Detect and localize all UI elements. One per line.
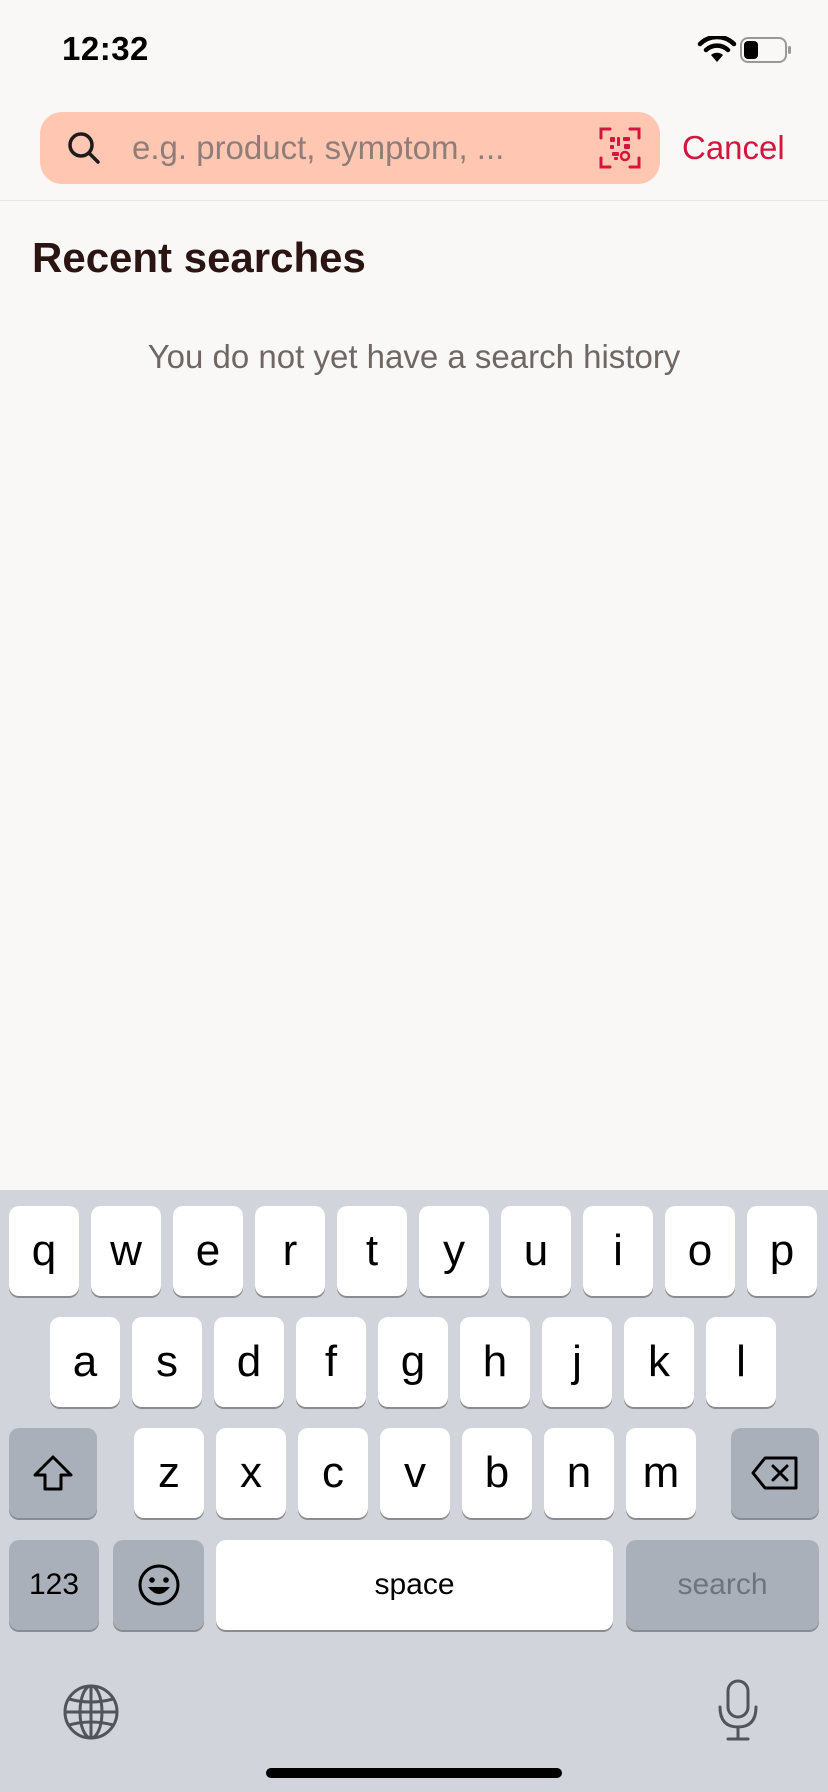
key-s[interactable]: s: [132, 1317, 202, 1407]
numbers-key[interactable]: 123: [9, 1540, 99, 1630]
backspace-key[interactable]: [731, 1428, 819, 1518]
space-key[interactable]: space: [216, 1540, 613, 1630]
battery-icon: [740, 37, 791, 63]
key-e[interactable]: e: [173, 1206, 243, 1296]
keyboard: qwertyuiop asdfghjkl zxcvbnm 123 space s…: [0, 1190, 828, 1792]
backspace-icon: [751, 1456, 798, 1490]
emoji-key[interactable]: [113, 1540, 204, 1630]
wifi-icon: [697, 36, 737, 62]
key-g[interactable]: g: [378, 1317, 448, 1407]
cancel-button[interactable]: Cancel: [682, 122, 785, 174]
key-b[interactable]: b: [462, 1428, 532, 1518]
search-bar[interactable]: [40, 112, 660, 184]
search-icon: [68, 132, 100, 164]
search-key[interactable]: search: [626, 1540, 819, 1630]
key-n[interactable]: n: [544, 1428, 614, 1518]
emoji-icon: [138, 1564, 179, 1606]
search-header: Cancel: [0, 100, 828, 201]
key-c[interactable]: c: [298, 1428, 368, 1518]
key-z[interactable]: z: [134, 1428, 204, 1518]
key-m[interactable]: m: [626, 1428, 696, 1518]
key-v[interactable]: v: [380, 1428, 450, 1518]
search-screen: 12:32 e.g. product, symptom, ... Cancel …: [0, 0, 828, 1792]
key-j[interactable]: j: [542, 1317, 612, 1407]
globe-icon[interactable]: [62, 1683, 120, 1741]
key-w[interactable]: w: [91, 1206, 161, 1296]
shift-icon: [33, 1455, 73, 1491]
key-a[interactable]: a: [50, 1317, 120, 1407]
key-q[interactable]: q: [9, 1206, 79, 1296]
key-t[interactable]: t: [337, 1206, 407, 1296]
key-k[interactable]: k: [624, 1317, 694, 1407]
key-r[interactable]: r: [255, 1206, 325, 1296]
key-o[interactable]: o: [665, 1206, 735, 1296]
key-h[interactable]: h: [460, 1317, 530, 1407]
shift-key[interactable]: [9, 1428, 97, 1518]
key-u[interactable]: u: [501, 1206, 571, 1296]
barcode-scan-icon[interactable]: [598, 126, 642, 170]
home-indicator: [266, 1768, 562, 1778]
key-f[interactable]: f: [296, 1317, 366, 1407]
key-i[interactable]: i: [583, 1206, 653, 1296]
key-d[interactable]: d: [214, 1317, 284, 1407]
key-x[interactable]: x: [216, 1428, 286, 1518]
status-time: 12:32: [62, 30, 149, 67]
microphone-icon[interactable]: [716, 1678, 760, 1742]
status-bar: 12:32: [0, 0, 828, 100]
key-l[interactable]: l: [706, 1317, 776, 1407]
search-input[interactable]: [132, 112, 562, 184]
key-p[interactable]: p: [747, 1206, 817, 1296]
recent-searches-title: Recent searches: [32, 234, 366, 281]
empty-history-message: You do not yet have a search history: [147, 338, 681, 375]
key-y[interactable]: y: [419, 1206, 489, 1296]
